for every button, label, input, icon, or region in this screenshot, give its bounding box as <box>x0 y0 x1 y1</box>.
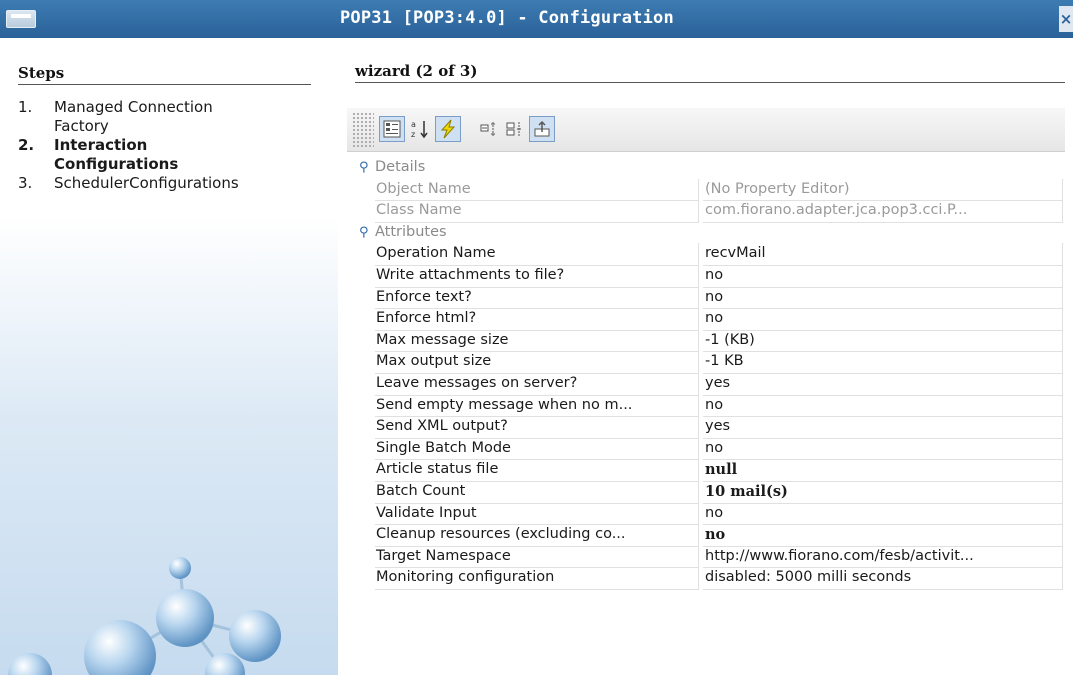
steps-divider <box>18 84 311 85</box>
property-sheet: ⚲ Details Object Name (No Property Edito… <box>347 157 1065 590</box>
property-name: Enforce html? <box>375 308 699 331</box>
table-row[interactable]: Batch Count 10 mail(s) <box>347 480 1065 504</box>
property-name: Enforce text? <box>375 286 699 310</box>
collapse-pin-icon[interactable]: ⚲ <box>359 157 369 179</box>
step-item-1[interactable]: 1. Managed Connection Factory <box>18 98 328 136</box>
collapse-icon[interactable] <box>503 116 529 142</box>
table-row[interactable]: Enforce text? no <box>347 286 1065 310</box>
svg-text:z: z <box>411 130 415 139</box>
property-name: Validate Input <box>375 502 699 526</box>
property-value[interactable]: no <box>703 502 1063 526</box>
property-value[interactable]: disabled: 5000 milli seconds <box>703 567 1063 590</box>
property-value[interactable]: recvMail <box>703 243 1063 266</box>
table-row[interactable]: Operation Name recvMail <box>347 243 1065 266</box>
toolbar-grip-icon[interactable] <box>352 112 374 148</box>
window-menu-button[interactable] <box>6 10 36 28</box>
table-row[interactable]: Send XML output? yes <box>347 416 1065 439</box>
property-value[interactable]: 10 mail(s) <box>703 480 1063 504</box>
property-name: Send empty message when no m... <box>375 394 699 418</box>
table-row[interactable]: Single Batch Mode no <box>347 437 1065 461</box>
export-icon[interactable] <box>529 116 555 142</box>
window-title: POP31 [POP3:4.0] - Configuration <box>340 8 674 28</box>
lightning-icon[interactable] <box>435 116 461 142</box>
step-item-3[interactable]: 3. SchedulerConfigurations <box>18 174 328 193</box>
wizard-divider <box>355 82 1065 83</box>
property-value[interactable]: no <box>703 437 1063 461</box>
property-name: Monitoring configuration <box>375 567 699 590</box>
table-row[interactable]: Max message size -1 (KB) <box>347 329 1065 353</box>
wizard-heading: wizard (2 of 3) <box>355 62 478 80</box>
close-button[interactable]: × <box>1059 6 1073 32</box>
steps-panel: Steps 1. Managed Connection Factory 2. In… <box>0 38 338 675</box>
collapse-pin-icon[interactable]: ⚲ <box>359 222 369 244</box>
molecule-decoration-image <box>8 557 281 675</box>
table-row[interactable]: Object Name (No Property Editor) <box>347 178 1065 202</box>
table-row[interactable]: Enforce html? no <box>347 308 1065 331</box>
property-value[interactable]: no <box>703 286 1063 310</box>
table-row[interactable]: Write attachments to file? no <box>347 264 1065 288</box>
table-row[interactable]: Validate Input no <box>347 502 1065 526</box>
table-row[interactable]: Max output size -1 KB <box>347 351 1065 374</box>
step-item-2[interactable]: 2. Interaction Configurations <box>18 136 328 174</box>
categorized-view-icon[interactable] <box>379 116 405 142</box>
property-name: Single Batch Mode <box>375 437 699 461</box>
property-value: (No Property Editor) <box>703 178 1063 202</box>
property-name: Target Namespace <box>375 545 699 569</box>
property-sheet-toolbar: az <box>347 108 1065 152</box>
property-value[interactable]: no <box>703 308 1063 331</box>
category-attributes[interactable]: ⚲ Attributes <box>347 222 1065 244</box>
title-bar: POP31 [POP3:4.0] - Configuration × <box>0 0 1073 38</box>
property-name: Class Name <box>375 200 699 223</box>
table-row[interactable]: Send empty message when no m... no <box>347 394 1065 418</box>
property-name: Send XML output? <box>375 416 699 439</box>
property-value[interactable]: -1 (KB) <box>703 329 1063 353</box>
step-label: Interaction Configurations <box>54 136 179 173</box>
property-name: Max output size <box>375 351 699 374</box>
step-label: SchedulerConfigurations <box>54 174 239 192</box>
table-row[interactable]: Cleanup resources (excluding co... no <box>347 524 1065 547</box>
property-name: Max message size <box>375 329 699 353</box>
steps-list: 1. Managed Connection Factory 2. Interact… <box>18 98 328 193</box>
step-number: 1. <box>18 98 33 116</box>
property-value[interactable]: -1 KB <box>703 351 1063 374</box>
table-row[interactable]: Monitoring configuration disabled: 5000 … <box>347 567 1065 590</box>
step-number: 2. <box>18 136 35 154</box>
step-label: Managed Connection Factory <box>54 98 213 135</box>
expand-icon[interactable] <box>477 116 503 142</box>
property-value[interactable]: http://www.fiorano.com/fesb/activit... <box>703 545 1063 569</box>
property-value: com.fiorano.adapter.jca.pop3.cci.P... <box>703 200 1063 223</box>
property-value[interactable]: no <box>703 524 1063 547</box>
property-name: Write attachments to file? <box>375 264 699 288</box>
table-row[interactable]: Class Name com.fiorano.adapter.jca.pop3.… <box>347 200 1065 223</box>
category-details[interactable]: ⚲ Details <box>347 157 1065 179</box>
property-name: Cleanup resources (excluding co... <box>375 524 699 547</box>
property-name: Batch Count <box>375 480 699 504</box>
table-row[interactable]: Leave messages on server? yes <box>347 372 1065 396</box>
steps-heading: Steps <box>18 64 65 82</box>
sort-alphabetical-icon[interactable]: az <box>407 116 433 142</box>
svg-text:a: a <box>411 120 416 129</box>
property-value[interactable]: null <box>703 459 1063 482</box>
property-value[interactable]: no <box>703 264 1063 288</box>
property-value[interactable]: yes <box>703 416 1063 439</box>
step-number: 3. <box>18 174 33 192</box>
property-name: Operation Name <box>375 243 699 266</box>
table-row[interactable]: Target Namespace http://www.fiorano.com/… <box>347 545 1065 569</box>
property-value[interactable]: yes <box>703 372 1063 396</box>
property-name: Object Name <box>375 178 699 202</box>
property-value[interactable]: no <box>703 394 1063 418</box>
property-name: Article status file <box>375 459 699 482</box>
table-row[interactable]: Article status file null <box>347 459 1065 482</box>
property-name: Leave messages on server? <box>375 372 699 396</box>
